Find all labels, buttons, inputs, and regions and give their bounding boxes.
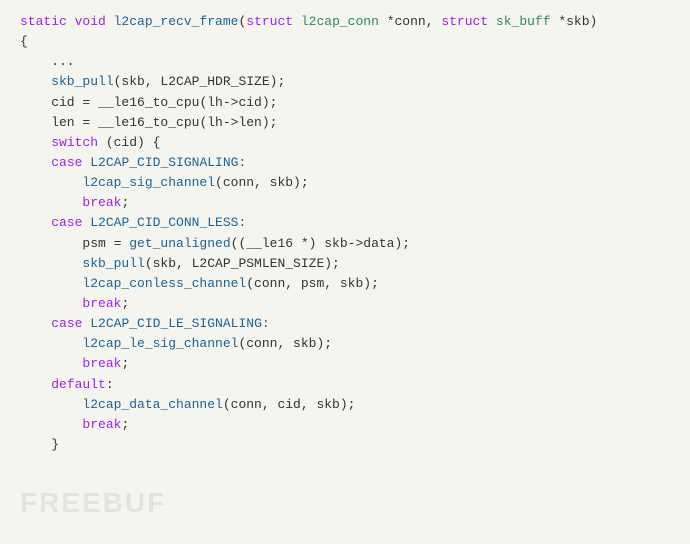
- code-line: case L2CAP_CID_CONN_LESS:: [20, 213, 670, 233]
- code-line: case L2CAP_CID_LE_SIGNALING:: [20, 314, 670, 334]
- code-line: skb_pull(skb, L2CAP_PSMLEN_SIZE);: [20, 254, 670, 274]
- code-line: l2cap_sig_channel(conn, skb);: [20, 173, 670, 193]
- watermark-logo: FREEBUF: [20, 481, 166, 524]
- code-line: l2cap_conless_channel(conn, psm, skb);: [20, 274, 670, 294]
- code-line: default:: [20, 375, 670, 395]
- code-line: psm = get_unaligned((__le16 *) skb->data…: [20, 234, 670, 254]
- code-block: static void l2cap_recv_frame(struct l2ca…: [0, 0, 690, 544]
- code-line: skb_pull(skb, L2CAP_HDR_SIZE);: [20, 72, 670, 92]
- code-content: static void l2cap_recv_frame(struct l2ca…: [20, 12, 670, 455]
- code-line: {: [20, 32, 670, 52]
- code-line: break;: [20, 354, 670, 374]
- code-line: ...: [20, 52, 670, 72]
- code-line: switch (cid) {: [20, 133, 670, 153]
- code-line: break;: [20, 415, 670, 435]
- code-line: }: [20, 435, 670, 455]
- code-line: break;: [20, 193, 670, 213]
- code-line: cid = __le16_to_cpu(lh->cid);: [20, 93, 670, 113]
- code-line: len = __le16_to_cpu(lh->len);: [20, 113, 670, 133]
- code-line: static void l2cap_recv_frame(struct l2ca…: [20, 12, 670, 32]
- code-line: l2cap_le_sig_channel(conn, skb);: [20, 334, 670, 354]
- code-line: l2cap_data_channel(conn, cid, skb);: [20, 395, 670, 415]
- code-line: break;: [20, 294, 670, 314]
- code-line: case L2CAP_CID_SIGNALING:: [20, 153, 670, 173]
